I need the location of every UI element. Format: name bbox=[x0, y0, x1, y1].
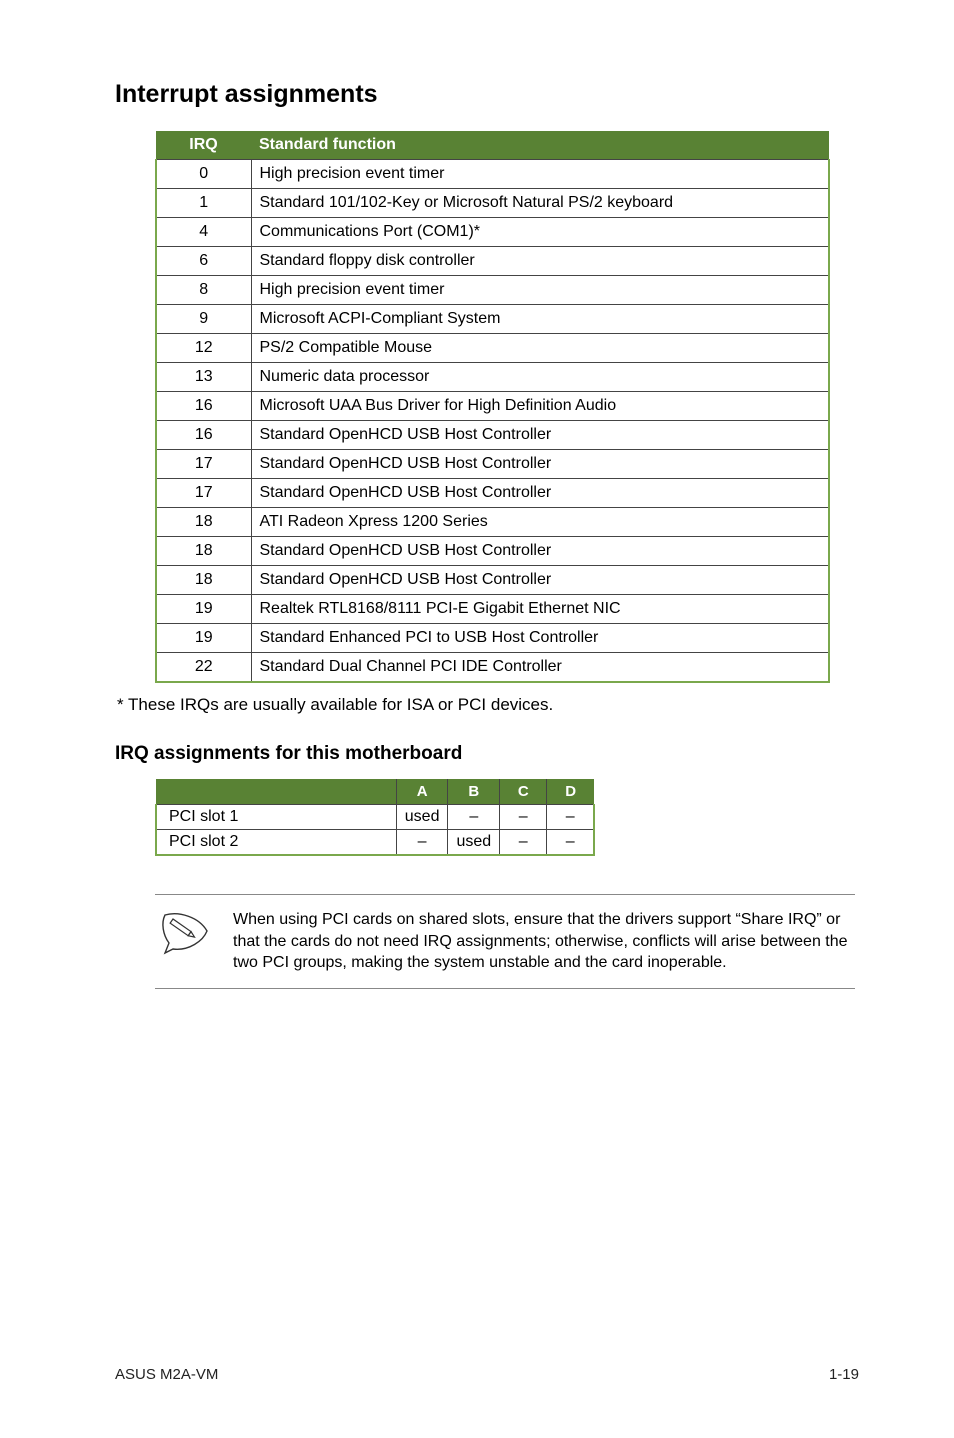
table-row: 18Standard OpenHCD USB Host Controller bbox=[156, 537, 829, 566]
irq-function-cell: Realtek RTL8168/8111 PCI-E Gigabit Ether… bbox=[251, 595, 829, 624]
irq-number-cell: 4 bbox=[156, 218, 251, 247]
irq-function-cell: Microsoft UAA Bus Driver for High Defini… bbox=[251, 392, 829, 421]
slot-assignment-cell: used bbox=[448, 830, 500, 856]
table-row: 13Numeric data processor bbox=[156, 363, 829, 392]
subheading: IRQ assignments for this motherboard bbox=[115, 743, 859, 765]
irq-number-cell: 13 bbox=[156, 363, 251, 392]
slot-header: C bbox=[500, 779, 547, 805]
irq-number-cell: 16 bbox=[156, 421, 251, 450]
slot-table: ABCD PCI slot 1used–––PCI slot 2–used–– bbox=[155, 779, 595, 856]
irq-function-cell: Standard OpenHCD USB Host Controller bbox=[251, 566, 829, 595]
table-row: 19Standard Enhanced PCI to USB Host Cont… bbox=[156, 624, 829, 653]
irq-function-cell: Standard 101/102-Key or Microsoft Natura… bbox=[251, 189, 829, 218]
page-heading: Interrupt assignments bbox=[115, 80, 859, 109]
table-row: 8High precision event timer bbox=[156, 276, 829, 305]
slot-header: B bbox=[448, 779, 500, 805]
irq-function-cell: Standard OpenHCD USB Host Controller bbox=[251, 479, 829, 508]
irq-function-cell: PS/2 Compatible Mouse bbox=[251, 334, 829, 363]
table-row: 16Microsoft UAA Bus Driver for High Defi… bbox=[156, 392, 829, 421]
slot-header: A bbox=[396, 779, 448, 805]
table-row: 17Standard OpenHCD USB Host Controller bbox=[156, 479, 829, 508]
irq-number-cell: 12 bbox=[156, 334, 251, 363]
table-row: 4Communications Port (COM1)* bbox=[156, 218, 829, 247]
table-row: 18ATI Radeon Xpress 1200 Series bbox=[156, 508, 829, 537]
note-block: When using PCI cards on shared slots, en… bbox=[155, 894, 855, 989]
slot-assignment-cell: – bbox=[396, 830, 448, 856]
table-row: 19Realtek RTL8168/8111 PCI-E Gigabit Eth… bbox=[156, 595, 829, 624]
irq-function-cell: Standard Dual Channel PCI IDE Controller bbox=[251, 653, 829, 683]
irq-number-cell: 6 bbox=[156, 247, 251, 276]
table-row: 17Standard OpenHCD USB Host Controller bbox=[156, 450, 829, 479]
slot-assignment-cell: – bbox=[500, 830, 547, 856]
irq-number-cell: 19 bbox=[156, 595, 251, 624]
irq-function-cell: ATI Radeon Xpress 1200 Series bbox=[251, 508, 829, 537]
irq-number-cell: 17 bbox=[156, 479, 251, 508]
table-row: 12PS/2 Compatible Mouse bbox=[156, 334, 829, 363]
footer-left: ASUS M2A-VM bbox=[115, 1366, 218, 1383]
irq-number-cell: 1 bbox=[156, 189, 251, 218]
table-row: 16Standard OpenHCD USB Host Controller bbox=[156, 421, 829, 450]
irq-number-cell: 0 bbox=[156, 160, 251, 189]
irq-function-cell: Standard OpenHCD USB Host Controller bbox=[251, 450, 829, 479]
note-text: When using PCI cards on shared slots, en… bbox=[233, 909, 855, 974]
slot-assignment-cell: used bbox=[396, 805, 448, 830]
irq-number-cell: 22 bbox=[156, 653, 251, 683]
table-row: 6Standard floppy disk controller bbox=[156, 247, 829, 276]
table-row: PCI slot 2–used–– bbox=[156, 830, 594, 856]
irq-footnote: * These IRQs are usually available for I… bbox=[117, 695, 859, 715]
irq-number-cell: 18 bbox=[156, 537, 251, 566]
irq-number-cell: 18 bbox=[156, 566, 251, 595]
table-row: 18Standard OpenHCD USB Host Controller bbox=[156, 566, 829, 595]
irq-number-cell: 16 bbox=[156, 392, 251, 421]
slot-name-cell: PCI slot 1 bbox=[156, 805, 396, 830]
irq-function-cell: Standard OpenHCD USB Host Controller bbox=[251, 537, 829, 566]
footer-right: 1-19 bbox=[829, 1366, 859, 1383]
table-row: PCI slot 1used––– bbox=[156, 805, 594, 830]
irq-function-cell: High precision event timer bbox=[251, 276, 829, 305]
slot-assignment-cell: – bbox=[547, 805, 594, 830]
irq-function-cell: Standard floppy disk controller bbox=[251, 247, 829, 276]
irq-function-cell: Standard OpenHCD USB Host Controller bbox=[251, 421, 829, 450]
irq-number-cell: 17 bbox=[156, 450, 251, 479]
slot-assignment-cell: – bbox=[448, 805, 500, 830]
pencil-icon bbox=[155, 909, 215, 955]
irq-number-cell: 19 bbox=[156, 624, 251, 653]
irq-function-cell: Standard Enhanced PCI to USB Host Contro… bbox=[251, 624, 829, 653]
slot-assignment-cell: – bbox=[547, 830, 594, 856]
irq-number-cell: 18 bbox=[156, 508, 251, 537]
irq-header-func: Standard function bbox=[251, 131, 829, 160]
slot-header: D bbox=[547, 779, 594, 805]
irq-function-cell: Microsoft ACPI-Compliant System bbox=[251, 305, 829, 334]
slot-header-blank bbox=[156, 779, 396, 805]
irq-number-cell: 9 bbox=[156, 305, 251, 334]
slot-name-cell: PCI slot 2 bbox=[156, 830, 396, 856]
table-row: 9Microsoft ACPI-Compliant System bbox=[156, 305, 829, 334]
slot-assignment-cell: – bbox=[500, 805, 547, 830]
irq-function-cell: Communications Port (COM1)* bbox=[251, 218, 829, 247]
irq-header-irq: IRQ bbox=[156, 131, 251, 160]
irq-function-cell: Numeric data processor bbox=[251, 363, 829, 392]
irq-function-cell: High precision event timer bbox=[251, 160, 829, 189]
page-footer: ASUS M2A-VM 1-19 bbox=[115, 1366, 859, 1383]
irq-number-cell: 8 bbox=[156, 276, 251, 305]
table-row: 22Standard Dual Channel PCI IDE Controll… bbox=[156, 653, 829, 683]
table-row: 1Standard 101/102-Key or Microsoft Natur… bbox=[156, 189, 829, 218]
irq-table: IRQ Standard function 0High precision ev… bbox=[155, 131, 830, 683]
table-row: 0High precision event timer bbox=[156, 160, 829, 189]
